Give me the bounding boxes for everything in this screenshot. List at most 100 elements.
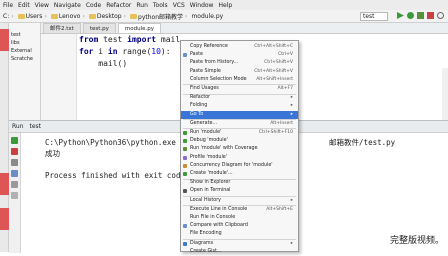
pause-icon[interactable] — [11, 159, 18, 166]
context-menu-item[interactable]: Run 'module' Ctrl+Shift+F10 — [181, 129, 298, 137]
favorites-tool-tab[interactable] — [0, 208, 9, 230]
context-menu-item-label: Paste — [190, 52, 203, 58]
context-menu-item-label: Local History — [190, 197, 222, 203]
context-menu-item[interactable]: Paste from History... Ctrl+Shift+V — [181, 59, 298, 67]
context-menu-item[interactable]: Paste Simple Ctrl+Alt+Shift+V — [181, 68, 298, 76]
context-menu-item[interactable]: Go To ▸ — [181, 110, 298, 119]
context-menu-item-shortcut: ▸ — [290, 197, 293, 203]
context-menu-item[interactable]: Diagrams ▸ — [181, 240, 298, 248]
context-menu-item[interactable]: Concurrency Diagram for 'module' — [181, 162, 298, 170]
context-menu-item-label: Column Selection Mode — [190, 76, 247, 82]
context-menu-item-label: Compare with Clipboard — [190, 223, 248, 229]
context-menu-item-label: Paste from History... — [190, 60, 239, 66]
context-menu-item-label: Create Gist... — [190, 248, 222, 254]
run-panel-label: Run — [12, 123, 24, 130]
context-menu-item-shortcut: Ctrl+Alt+Shift+V — [254, 68, 293, 74]
context-menu-item-label: Create 'module'... — [190, 171, 233, 176]
context-menu-item[interactable]: Generate... Alt+Insert — [181, 120, 298, 128]
menu-view[interactable]: View — [35, 2, 49, 9]
stop-icon[interactable] — [11, 148, 18, 155]
code-line-1: from test import mail — [79, 35, 181, 44]
coverage-icon[interactable] — [417, 12, 424, 19]
context-menu-item[interactable]: Folding ▸ — [181, 102, 298, 110]
menu-item-icon — [183, 155, 187, 160]
context-menu-item[interactable]: Open in Terminal — [181, 187, 298, 195]
tab-module-py[interactable]: module.py — [117, 23, 161, 33]
menu-vcs[interactable]: VCS — [173, 2, 185, 9]
context-menu-item-label: Debug 'module' — [190, 138, 228, 144]
trash-icon[interactable] — [11, 192, 18, 199]
context-menu-item-label: Run 'module' with Coverage — [190, 146, 258, 152]
menu-refactor[interactable]: Refactor — [106, 2, 131, 9]
context-menu-item[interactable]: Debug 'module' — [181, 137, 298, 145]
menu-edit[interactable]: Edit — [18, 2, 30, 9]
context-menu-item[interactable]: Column Selection Mode Alt+Shift+Insert — [181, 76, 298, 84]
context-menu-item-label: Profile 'module' — [190, 154, 228, 160]
context-menu-item[interactable]: Show in Explorer — [181, 179, 298, 187]
rerun-icon[interactable] — [11, 137, 18, 144]
project-item[interactable]: Scratche — [9, 55, 40, 63]
run-configuration-select[interactable]: test — [360, 12, 388, 21]
debug-icon[interactable] — [407, 12, 414, 19]
code-line-2: for i in range(10): — [79, 47, 171, 56]
context-menu-item-shortcut: Ctrl+Shift+F10 — [258, 130, 293, 135]
context-menu-item[interactable]: Profile 'module' — [181, 154, 298, 162]
context-menu-item-label: Run 'module' — [190, 130, 222, 135]
context-menu-item[interactable]: Refactor ▸ — [181, 94, 298, 102]
context-menu-item-label: Generate... — [190, 120, 217, 126]
editor-tab-bar: 邮件2.txt test.py module.py — [41, 23, 448, 34]
context-menu-item-label: Concurrency Diagram for 'module' — [190, 162, 273, 168]
folder-icon — [50, 13, 58, 19]
search-icon[interactable] — [437, 12, 444, 19]
menu-tools[interactable]: Tools — [153, 2, 168, 9]
menu-bar: File Edit View Navigate Code Refactor Ru… — [0, 0, 448, 10]
tab-test-py[interactable]: test.py — [82, 23, 116, 33]
context-menu-item[interactable]: Compare with Clipboard — [181, 222, 298, 230]
menu-file[interactable]: File — [3, 2, 13, 9]
project-item[interactable]: External — [9, 47, 40, 55]
project-item[interactable]: libs — [9, 39, 40, 47]
breadcrumb-item[interactable]: python邮箱教学 › — [130, 12, 189, 21]
project-tool-tab[interactable] — [0, 29, 9, 51]
context-menu-item[interactable]: File Encoding — [181, 230, 298, 238]
menu-item-icon — [183, 53, 187, 58]
breadcrumb-item[interactable]: C: › — [3, 13, 16, 20]
menu-code[interactable]: Code — [86, 2, 101, 9]
scroll-end-icon[interactable] — [11, 170, 18, 177]
context-menu-item-shortcut: ▸ — [290, 240, 293, 246]
context-menu-item[interactable]: Paste Ctrl+V — [181, 51, 298, 59]
context-menu-item-label: Diagrams — [190, 240, 214, 246]
breadcrumb-item[interactable]: Users › — [17, 13, 49, 20]
context-menu-item[interactable]: Run 'module' with Coverage — [181, 145, 298, 153]
context-menu-item-shortcut: ▸ — [290, 111, 293, 117]
breadcrumb-item[interactable]: Desktop › — [88, 13, 128, 20]
context-menu-item[interactable]: Local History ▸ — [181, 197, 298, 205]
context-menu-item-label: Paste Simple — [190, 68, 221, 74]
menu-item-icon — [183, 147, 187, 152]
menu-window[interactable]: Window — [190, 2, 214, 9]
code-text[interactable]: from test import mail for i in range(10)… — [79, 34, 180, 70]
context-menu-item[interactable]: Copy Reference Ctrl+Alt+Shift+C — [181, 43, 298, 51]
tab-email-txt[interactable]: 邮件2.txt — [43, 23, 81, 33]
menu-navigate[interactable]: Navigate — [54, 2, 81, 9]
run-icon[interactable] — [397, 12, 404, 19]
context-menu-item[interactable]: Create 'module'... — [181, 170, 298, 178]
project-item[interactable]: test — [9, 31, 40, 39]
run-tab-test[interactable]: test — [30, 123, 42, 130]
breadcrumb-item[interactable]: Lenovo › — [50, 13, 87, 20]
context-menu-item-shortcut: ▸ — [290, 95, 293, 101]
menu-help[interactable]: Help — [218, 2, 232, 9]
context-menu-item[interactable]: Execute Line in Console Alt+Shift+E — [181, 206, 298, 214]
context-menu-item-label: Show in Explorer — [190, 180, 231, 186]
breadcrumb-item[interactable]: module.py — [191, 13, 223, 20]
context-menu-item[interactable]: Run File in Console — [181, 214, 298, 222]
print-icon[interactable] — [11, 181, 18, 188]
structure-tool-tab[interactable] — [0, 173, 9, 195]
left-tool-strip — [0, 23, 9, 252]
toolbar-icons — [397, 12, 444, 19]
menu-run[interactable]: Run — [136, 2, 148, 9]
menu-item-icon — [183, 172, 187, 176]
stop-icon[interactable] — [427, 12, 434, 19]
code-line-3: mail() — [79, 59, 128, 68]
context-menu-item[interactable]: Find Usages Alt+F7 — [181, 85, 298, 93]
